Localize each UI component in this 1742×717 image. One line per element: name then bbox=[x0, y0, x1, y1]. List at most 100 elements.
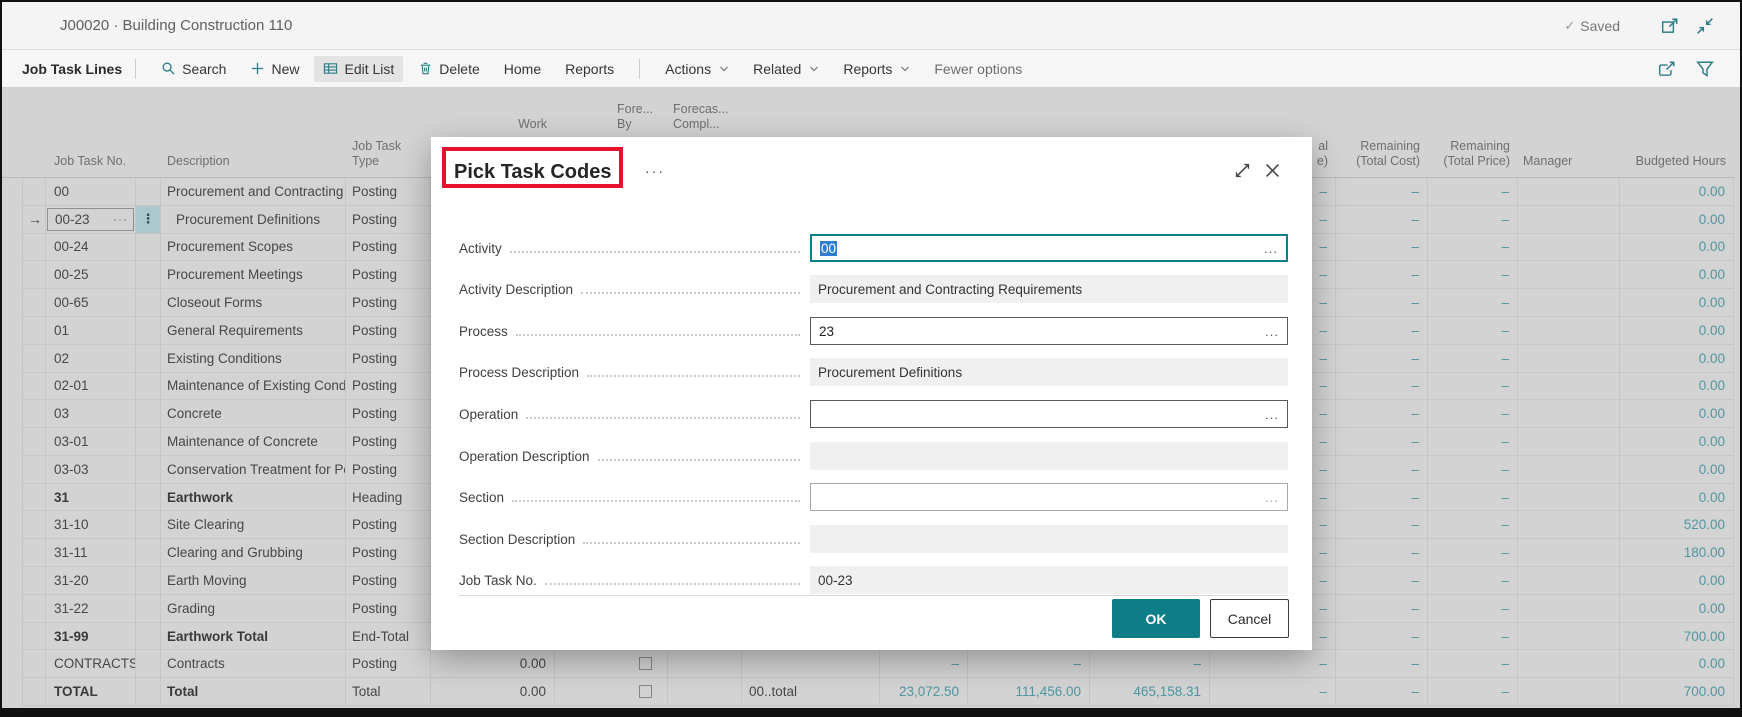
assist-ellipsis-icon[interactable]: ... bbox=[1264, 241, 1278, 256]
row-menu-cell[interactable] bbox=[136, 511, 161, 539]
column-header-job-task-no[interactable]: Job Task No. bbox=[46, 154, 136, 169]
job-task-type-cell[interactable]: Posting bbox=[346, 595, 431, 623]
description-cell[interactable]: Maintenance of Concrete bbox=[161, 428, 346, 456]
rem-price-cell[interactable]: – bbox=[1428, 650, 1518, 678]
toolbar-item-related[interactable]: Related bbox=[744, 56, 828, 82]
close-icon[interactable] bbox=[1263, 161, 1282, 180]
manager-cell[interactable] bbox=[1518, 345, 1620, 373]
column-header-fore-by[interactable]: Fore... By bbox=[555, 102, 668, 132]
row-menu-cell[interactable] bbox=[136, 234, 161, 262]
selector-cell[interactable] bbox=[22, 678, 46, 706]
budgeted-hours-cell[interactable]: 0.00 bbox=[1620, 650, 1734, 678]
forecas-compl-cell[interactable] bbox=[668, 650, 742, 678]
toolbar-item-search[interactable]: Search bbox=[152, 56, 235, 82]
work-cell[interactable]: 0.00 bbox=[431, 678, 555, 706]
budgeted-hours-cell[interactable]: 0.00 bbox=[1620, 595, 1734, 623]
budgeted-hours-cell[interactable]: 700.00 bbox=[1620, 623, 1734, 651]
budgeted-hours-cell[interactable]: 0.00 bbox=[1620, 234, 1734, 262]
budgeted-hours-cell[interactable]: 0.00 bbox=[1620, 400, 1734, 428]
selector-cell[interactable] bbox=[22, 261, 46, 289]
rem-price-cell[interactable]: – bbox=[1428, 484, 1518, 512]
rem-cost-cell[interactable]: – bbox=[1336, 400, 1428, 428]
selector-cell[interactable] bbox=[22, 400, 46, 428]
row-menu-cell[interactable] bbox=[136, 289, 161, 317]
selector-cell[interactable] bbox=[22, 484, 46, 512]
selector-cell[interactable] bbox=[22, 289, 46, 317]
description-cell[interactable]: Procurement Meetings bbox=[161, 261, 346, 289]
rem-cost-cell[interactable]: – bbox=[1336, 678, 1428, 706]
budgeted-hours-cell[interactable]: 0.00 bbox=[1620, 345, 1734, 373]
job-task-type-cell[interactable]: Total bbox=[346, 678, 431, 706]
rem-cost-cell[interactable]: – bbox=[1336, 567, 1428, 595]
row-menu-cell[interactable] bbox=[136, 484, 161, 512]
row-menu-cell[interactable] bbox=[136, 539, 161, 567]
selector-cell[interactable] bbox=[22, 456, 46, 484]
column-header-job-task-type[interactable]: Job Task Type bbox=[346, 139, 431, 169]
job-task-type-cell[interactable]: Posting bbox=[346, 317, 431, 345]
budgeted-hours-cell[interactable]: 0.00 bbox=[1620, 428, 1734, 456]
work-cell[interactable]: 0.00 bbox=[431, 650, 555, 678]
rem-price-cell[interactable]: – bbox=[1428, 456, 1518, 484]
budgeted-hours-cell[interactable]: 0.00 bbox=[1620, 373, 1734, 401]
manager-cell[interactable] bbox=[1518, 623, 1620, 651]
column-header-forecas-compl[interactable]: Forecas... Compl... bbox=[668, 102, 742, 132]
rem-price-cell[interactable]: – bbox=[1428, 373, 1518, 401]
selector-cell[interactable] bbox=[22, 345, 46, 373]
rem-cost-cell[interactable]: – bbox=[1336, 428, 1428, 456]
rem-price-cell[interactable]: – bbox=[1428, 206, 1518, 234]
budgeted-hours-cell[interactable]: 0.00 bbox=[1620, 317, 1734, 345]
toolbar-item-actions[interactable]: Actions bbox=[656, 56, 738, 82]
job-task-no-cell[interactable]: 31-99 bbox=[46, 623, 136, 651]
rem-price-cell[interactable]: – bbox=[1428, 178, 1518, 206]
selector-cell[interactable] bbox=[22, 234, 46, 262]
manager-cell[interactable] bbox=[1518, 511, 1620, 539]
rem-cost-cell[interactable]: – bbox=[1336, 484, 1428, 512]
rem-cost-cell[interactable]: – bbox=[1336, 595, 1428, 623]
assist-ellipsis-icon[interactable]: ... bbox=[1265, 490, 1279, 505]
rem-price-cell[interactable]: – bbox=[1428, 428, 1518, 456]
activity-field[interactable]: 00... bbox=[810, 234, 1288, 262]
job-task-type-cell[interactable]: Posting bbox=[346, 373, 431, 401]
job-task-type-cell[interactable]: Posting bbox=[346, 345, 431, 373]
job-task-no-cell[interactable]: 31 bbox=[46, 484, 136, 512]
rem-cost-cell[interactable]: – bbox=[1336, 650, 1428, 678]
job-task-type-cell[interactable]: Posting bbox=[346, 178, 431, 206]
description-cell[interactable]: General Requirements bbox=[161, 317, 346, 345]
rem-cost-cell[interactable]: – bbox=[1336, 511, 1428, 539]
rem-cost-cell[interactable]: – bbox=[1336, 345, 1428, 373]
toolbar-item-edit-list[interactable]: Edit List bbox=[314, 56, 403, 82]
sched-cost-cell[interactable]: – bbox=[880, 650, 968, 678]
description-cell[interactable]: Earthwork bbox=[161, 484, 346, 512]
job-task-no-cell[interactable]: 02-01 bbox=[46, 373, 136, 401]
job-task-no-cell[interactable]: 03 bbox=[46, 400, 136, 428]
job-task-no-cell[interactable]: 31-20 bbox=[46, 567, 136, 595]
totaling-cell[interactable] bbox=[742, 650, 880, 678]
fore-by-cell[interactable] bbox=[555, 650, 668, 678]
selector-cell[interactable] bbox=[22, 511, 46, 539]
job-task-no-cell[interactable]: CONTRACTS bbox=[46, 650, 136, 678]
job-task-no-cell[interactable]: 01 bbox=[46, 317, 136, 345]
rem-cost-cell[interactable]: – bbox=[1336, 261, 1428, 289]
sched-price-cell[interactable]: 111,456.00 bbox=[968, 678, 1090, 706]
manager-cell[interactable] bbox=[1518, 289, 1620, 317]
sched-price-cell[interactable]: – bbox=[968, 650, 1090, 678]
toolbar-item-delete[interactable]: Delete bbox=[409, 56, 488, 82]
budgeted-hours-cell[interactable]: 0.00 bbox=[1620, 289, 1734, 317]
description-cell[interactable]: Closeout Forms bbox=[161, 289, 346, 317]
manager-cell[interactable] bbox=[1518, 456, 1620, 484]
description-cell[interactable]: Procurement Definitions bbox=[161, 206, 346, 234]
job-task-type-cell[interactable]: Posting bbox=[346, 206, 431, 234]
manager-cell[interactable] bbox=[1518, 539, 1620, 567]
budgeted-hours-cell[interactable]: 0.00 bbox=[1620, 261, 1734, 289]
rem-price-cell[interactable]: – bbox=[1428, 317, 1518, 345]
job-task-type-cell[interactable]: End-Total bbox=[346, 623, 431, 651]
selector-cell[interactable] bbox=[22, 539, 46, 567]
selector-cell[interactable] bbox=[22, 428, 46, 456]
description-cell[interactable]: Clearing and Grubbing bbox=[161, 539, 346, 567]
job-task-no-cell[interactable]: 00 bbox=[46, 178, 136, 206]
job-task-type-cell[interactable]: Posting bbox=[346, 428, 431, 456]
row-menu-cell[interactable] bbox=[136, 317, 161, 345]
filter-icon[interactable] bbox=[1696, 60, 1714, 78]
manager-cell[interactable] bbox=[1518, 206, 1620, 234]
selector-cell[interactable] bbox=[22, 567, 46, 595]
